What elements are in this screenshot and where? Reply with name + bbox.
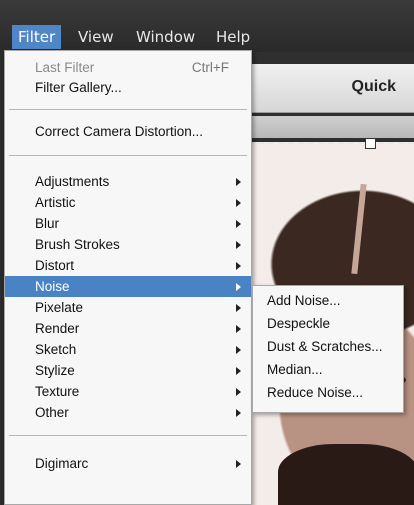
submenu-item-dust-scratches[interactable]: Dust & Scratches... xyxy=(253,336,403,358)
submenu-item-add-noise[interactable]: Add Noise... xyxy=(253,290,403,312)
menu-item-label: Render xyxy=(35,321,80,336)
menu-item-sketch[interactable]: Sketch xyxy=(5,339,251,360)
menu-item-render[interactable]: Render xyxy=(5,318,251,339)
menu-item-label: Filter Gallery... xyxy=(35,80,122,95)
quick-mode-tab[interactable]: Quick xyxy=(352,78,396,96)
filter-menu: Last Filter Ctrl+F Filter Gallery... Cor… xyxy=(4,50,252,505)
menu-item-other[interactable]: Other xyxy=(5,402,251,423)
menu-item-label: Artistic xyxy=(35,195,76,210)
submenu-item-reduce-noise[interactable]: Reduce Noise... xyxy=(253,382,403,404)
menu-item-label: Last Filter xyxy=(35,60,95,75)
menu-help[interactable]: Help xyxy=(210,25,256,49)
menu-item-label: Correct Camera Distortion... xyxy=(35,124,204,139)
menu-item-label: Brush Strokes xyxy=(35,237,120,252)
menu-separator xyxy=(9,155,247,156)
shortcut-label: Ctrl+F xyxy=(191,60,229,75)
submenu-arrow-icon xyxy=(236,367,241,375)
menu-item-artistic[interactable]: Artistic xyxy=(5,192,251,213)
submenu-arrow-icon xyxy=(236,409,241,417)
photo-detail xyxy=(351,183,367,275)
submenu-arrow-icon xyxy=(236,199,241,207)
submenu-item-label: Median... xyxy=(267,362,323,377)
menu-item-label: Blur xyxy=(35,216,60,231)
submenu-arrow-icon xyxy=(236,283,241,291)
menu-item-filter-gallery[interactable]: Filter Gallery... xyxy=(5,77,251,98)
menu-separator xyxy=(9,109,247,110)
menu-item-last-filter: Last Filter Ctrl+F xyxy=(5,57,251,78)
submenu-item-label: Add Noise... xyxy=(267,293,341,308)
menu-item-label: Texture xyxy=(35,384,80,399)
submenu-item-label: Reduce Noise... xyxy=(267,385,364,400)
submenu-item-despeckle[interactable]: Despeckle xyxy=(253,313,403,335)
submenu-arrow-icon xyxy=(236,220,241,228)
photo-detail xyxy=(278,444,414,505)
menu-item-label: Adjustments xyxy=(35,174,110,189)
menu-item-label: Digimarc xyxy=(35,456,89,471)
menu-item-label: Pixelate xyxy=(35,300,84,315)
menu-item-texture[interactable]: Texture xyxy=(5,381,251,402)
selection-handle[interactable] xyxy=(365,138,376,149)
menu-item-blur[interactable]: Blur xyxy=(5,213,251,234)
menu-item-distort[interactable]: Distort xyxy=(5,255,251,276)
menu-window[interactable]: Window xyxy=(130,25,201,49)
submenu-item-label: Dust & Scratches... xyxy=(267,339,383,354)
menu-item-pixelate[interactable]: Pixelate xyxy=(5,297,251,318)
submenu-arrow-icon xyxy=(236,241,241,249)
menu-item-correct-camera-distortion[interactable]: Correct Camera Distortion... xyxy=(5,121,251,142)
menu-filter[interactable]: Filter xyxy=(12,25,62,49)
menu-item-label: Stylize xyxy=(35,363,75,378)
menu-item-adjustments[interactable]: Adjustments xyxy=(5,171,251,192)
menu-item-label: Sketch xyxy=(35,342,77,357)
submenu-arrow-icon xyxy=(236,262,241,270)
menu-bar: Filter View Window Help xyxy=(0,0,414,52)
submenu-item-label: Despeckle xyxy=(267,316,331,331)
submenu-arrow-icon xyxy=(236,304,241,312)
menu-view[interactable]: View xyxy=(72,25,120,49)
submenu-arrow-icon xyxy=(236,178,241,186)
menu-separator xyxy=(9,435,247,436)
submenu-arrow-icon xyxy=(236,346,241,354)
menu-item-brush-strokes[interactable]: Brush Strokes xyxy=(5,234,251,255)
submenu-arrow-icon xyxy=(236,460,241,468)
submenu-arrow-icon xyxy=(236,325,241,333)
menu-item-label: Distort xyxy=(35,258,75,273)
submenu-item-median[interactable]: Median... xyxy=(253,359,403,381)
mode-header: Quick xyxy=(248,64,414,113)
submenu-arrow-icon xyxy=(236,388,241,396)
options-strip xyxy=(248,116,414,138)
menu-item-digimarc[interactable]: Digimarc xyxy=(5,453,251,474)
menu-item-label: Other xyxy=(35,405,69,420)
noise-submenu: Add Noise... Despeckle Dust & Scratches.… xyxy=(252,285,404,413)
menu-item-stylize[interactable]: Stylize xyxy=(5,360,251,381)
menu-item-noise[interactable]: Noise xyxy=(5,276,251,297)
menu-item-label: Noise xyxy=(35,279,70,294)
